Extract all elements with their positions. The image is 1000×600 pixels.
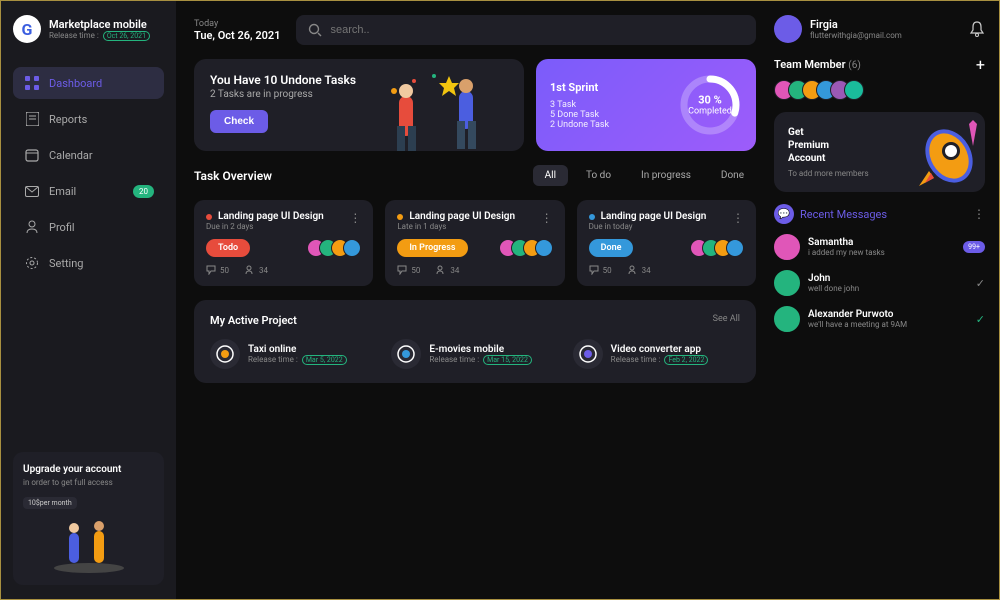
tab-all[interactable]: All	[533, 165, 568, 186]
main-content: Today Tue, Oct 26, 2021 You Have 10 Undo…	[176, 1, 774, 599]
tasks-hero-card: You Have 10 Undone Tasks 2 Tasks are in …	[194, 59, 524, 151]
tab-todo[interactable]: To do	[574, 165, 623, 186]
message-item[interactable]: Johnwell done john ✓	[774, 270, 985, 296]
message-item[interactable]: Samanthai added my new tasks 99+	[774, 234, 985, 260]
gear-icon	[25, 256, 39, 270]
more-icon[interactable]: ⋮	[732, 211, 744, 225]
add-member-button[interactable]: +	[976, 55, 985, 74]
premium-card[interactable]: GetPremiumAccount To add more members	[774, 112, 985, 192]
upgrade-card[interactable]: Upgrade your account in order to get ful…	[13, 452, 164, 585]
check-button[interactable]: Check	[210, 110, 268, 133]
message-item[interactable]: Alexander Purwotowe'll have a meeting at…	[774, 306, 985, 332]
search-input[interactable]	[330, 24, 744, 36]
messages-title: 💬 Recent Messages	[774, 204, 887, 224]
search-icon	[308, 23, 322, 37]
project-item[interactable]: Video converter app Release time : Feb 2…	[573, 339, 740, 369]
bell-icon[interactable]	[969, 21, 985, 37]
status-pill: Done	[589, 239, 634, 257]
comment-count: 50	[589, 265, 612, 275]
avatar	[774, 234, 800, 260]
grid-icon	[25, 76, 39, 90]
avatar	[774, 306, 800, 332]
avatar	[774, 270, 800, 296]
task-card[interactable]: Landing page UI Design Late in 1 days ⋮ …	[385, 200, 564, 286]
brand-logo: G	[13, 15, 41, 43]
user-profile[interactable]: Firgia flutterwithgia@gmail.com	[774, 15, 985, 43]
nav-list: Dashboard Reports Calendar Email 20	[13, 67, 164, 279]
status-pill: In Progress	[397, 239, 467, 257]
email-badge: 20	[133, 185, 154, 198]
member-count: 34	[245, 265, 268, 275]
sidebar: G Marketplace mobile Release time : Oct …	[1, 1, 176, 599]
messages-more-icon[interactable]: ⋮	[973, 207, 985, 221]
right-column: Firgia flutterwithgia@gmail.com Team Mem…	[774, 1, 999, 599]
search-bar[interactable]	[296, 15, 756, 45]
tab-done[interactable]: Done	[709, 165, 756, 186]
comment-count: 50	[206, 265, 229, 275]
comment-count: 50	[397, 265, 420, 275]
avatar	[844, 80, 864, 100]
projects-card: My Active Project See All Taxi online Re…	[194, 300, 756, 383]
nav-reports[interactable]: Reports	[13, 103, 164, 135]
overview-tabs: All To do In progress Done	[533, 165, 756, 186]
overview-title: Task Overview	[194, 169, 272, 183]
more-icon[interactable]: ⋮	[541, 211, 553, 225]
member-count: 34	[628, 265, 651, 275]
project-icon	[210, 339, 240, 369]
nav-profil[interactable]: Profil	[13, 211, 164, 243]
avatar	[774, 15, 802, 43]
assignee-avatars	[499, 239, 553, 257]
status-pill: Todo	[206, 239, 250, 257]
nav-dashboard[interactable]: Dashboard	[13, 67, 164, 99]
document-icon	[25, 112, 39, 126]
task-card[interactable]: Landing page UI Design Due in 2 days ⋮ T…	[194, 200, 373, 286]
project-item[interactable]: E-movies mobile Release time : Mar 15, 2…	[391, 339, 558, 369]
mail-icon	[25, 184, 39, 198]
user-icon	[25, 220, 39, 234]
progress-ring: 30 %Completed	[678, 73, 742, 137]
project-icon	[391, 339, 421, 369]
more-icon[interactable]: ⋮	[349, 211, 361, 225]
see-all-link[interactable]: See All	[713, 314, 740, 327]
tab-inprogress[interactable]: In progress	[629, 165, 703, 186]
task-card[interactable]: Landing page UI Design Due in today ⋮ Do…	[577, 200, 756, 286]
project-item[interactable]: Taxi online Release time : Mar 5, 2022	[210, 339, 377, 369]
assignee-avatars	[690, 239, 744, 257]
unread-badge: 99+	[963, 241, 985, 253]
check-icon: ✓	[976, 277, 985, 290]
brand-release: Release time : Oct 26, 2021	[49, 31, 150, 41]
nav-calendar[interactable]: Calendar	[13, 139, 164, 171]
team-title: Team Member (6)	[774, 58, 861, 71]
upgrade-illustration	[23, 513, 154, 573]
nav-email[interactable]: Email 20	[13, 175, 164, 207]
rocket-icon	[899, 116, 985, 192]
assignee-avatars	[307, 239, 361, 257]
sprint-card: 1st Sprint 3 Task 5 Done Task 2 Undone T…	[536, 59, 756, 151]
project-icon	[573, 339, 603, 369]
calendar-icon	[25, 148, 39, 162]
check-icon: ✓	[976, 313, 985, 326]
brand-block: G Marketplace mobile Release time : Oct …	[13, 15, 164, 43]
brand-title: Marketplace mobile	[49, 18, 150, 31]
chat-icon: 💬	[774, 204, 794, 224]
nav-setting[interactable]: Setting	[13, 247, 164, 279]
member-count: 34	[436, 265, 459, 275]
date-block: Today Tue, Oct 26, 2021	[194, 19, 280, 42]
team-avatars	[774, 80, 985, 100]
celebration-illustration	[364, 61, 514, 151]
